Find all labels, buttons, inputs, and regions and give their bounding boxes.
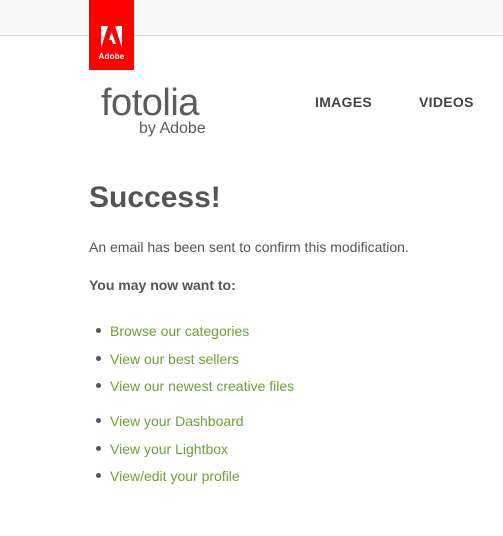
logo-wordmark: fotolia [101, 82, 199, 124]
main-content: Success! An email has been sent to confi… [89, 178, 489, 495]
edit-profile-link[interactable]: View/edit your profile [110, 468, 240, 484]
browse-categories-link[interactable]: Browse our categories [110, 323, 249, 339]
adobe-badge[interactable]: Adobe [89, 0, 134, 70]
lightbox-link[interactable]: View your Lightbox [110, 441, 228, 457]
bullet-icon [96, 355, 101, 361]
logo-tagline: by Adobe [139, 120, 206, 137]
dashboard-link[interactable]: View your Dashboard [110, 413, 244, 429]
bullet-icon [96, 328, 101, 333]
nav-images-link[interactable]: IMAGES [315, 94, 372, 110]
list-item: View your Dashboard [89, 412, 489, 430]
bullet-icon [96, 418, 101, 423]
confirmation-message: An email has been sent to confirm this m… [89, 239, 409, 255]
adobe-logo-icon [101, 26, 122, 48]
list-item: Browse our categories [89, 322, 489, 340]
suggested-links-browse: Browse our categories View our best sell… [89, 322, 489, 395]
list-item: View/edit your profile [89, 467, 489, 485]
list-item: View your Lightbox [89, 440, 489, 458]
next-steps-heading: You may now want to: [89, 277, 236, 293]
bullet-icon [96, 445, 101, 451]
newest-files-link[interactable]: View our newest creative files [110, 378, 294, 394]
suggested-links-account: View your Dashboard View your Lightbox V… [89, 412, 489, 485]
best-sellers-link[interactable]: View our best sellers [110, 351, 239, 367]
page-title: Success! [89, 181, 221, 214]
adobe-badge-label: Adobe [98, 52, 125, 61]
list-item: View our best sellers [89, 350, 489, 368]
top-bar [0, 0, 503, 36]
bullet-icon [96, 473, 101, 478]
nav-videos-link[interactable]: VIDEOS [419, 94, 474, 110]
bullet-icon [96, 383, 101, 388]
list-item: View our newest creative files [89, 377, 489, 395]
fotolia-logo[interactable]: fotolia by Adobe [101, 84, 206, 138]
